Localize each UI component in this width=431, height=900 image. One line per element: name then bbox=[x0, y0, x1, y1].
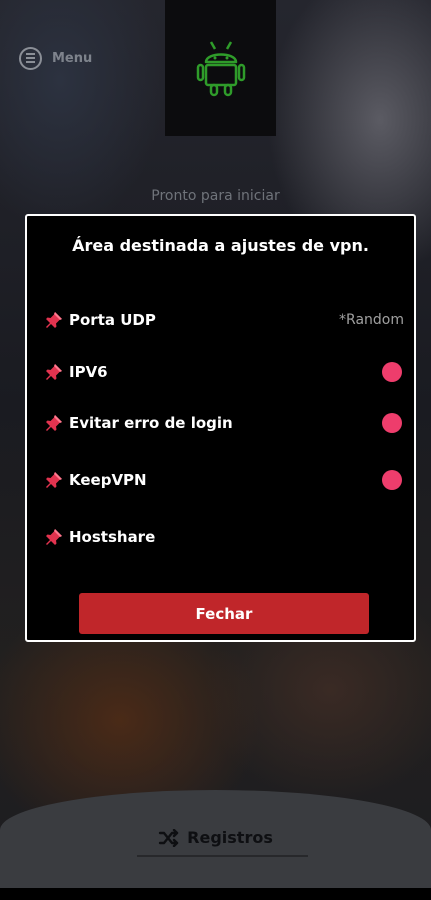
pushpin-icon bbox=[46, 364, 62, 380]
setting-row-avoid-login-error[interactable]: Evitar erro de login bbox=[45, 411, 402, 435]
pushpin-icon bbox=[46, 312, 62, 328]
setting-row-keepvpn[interactable]: KeepVPN bbox=[45, 468, 402, 492]
setting-label: IPV6 bbox=[69, 363, 108, 381]
shuffle-icon bbox=[158, 828, 179, 847]
logs-label: Registros bbox=[187, 828, 273, 847]
pushpin-icon bbox=[46, 529, 62, 545]
bottom-panel: Registros bbox=[0, 790, 431, 888]
system-nav-bar bbox=[0, 888, 431, 900]
setting-label: Hostshare bbox=[69, 528, 156, 546]
app-logo bbox=[165, 0, 276, 136]
status-text: Pronto para iniciar bbox=[151, 188, 280, 204]
setting-label: KeepVPN bbox=[69, 471, 147, 489]
toggle-indicator[interactable] bbox=[382, 413, 402, 433]
setting-row-udp-port[interactable]: Porta UDP *Random bbox=[45, 308, 404, 332]
setting-value: *Random bbox=[339, 312, 404, 328]
pushpin-icon bbox=[46, 472, 62, 488]
logs-button[interactable]: Registros bbox=[0, 828, 431, 847]
toggle-indicator[interactable] bbox=[382, 362, 402, 382]
divider bbox=[137, 855, 308, 857]
android-icon bbox=[196, 41, 245, 97]
setting-label: Porta UDP bbox=[69, 311, 156, 329]
dialog-title: Área destinada a ajustes de vpn. bbox=[72, 236, 369, 255]
setting-label: Evitar erro de login bbox=[69, 414, 233, 432]
pushpin-icon bbox=[46, 415, 62, 431]
menu-label: Menu bbox=[52, 50, 93, 66]
vpn-settings-dialog: Área destinada a ajustes de vpn. Porta U… bbox=[25, 214, 416, 642]
close-button[interactable]: Fechar bbox=[79, 593, 369, 634]
menu-icon bbox=[19, 46, 42, 70]
setting-row-hostshare[interactable]: Hostshare bbox=[45, 525, 376, 549]
menu-button[interactable]: Menu bbox=[19, 46, 92, 70]
toggle-indicator[interactable] bbox=[382, 470, 402, 490]
setting-row-ipv6[interactable]: IPV6 bbox=[45, 360, 402, 384]
